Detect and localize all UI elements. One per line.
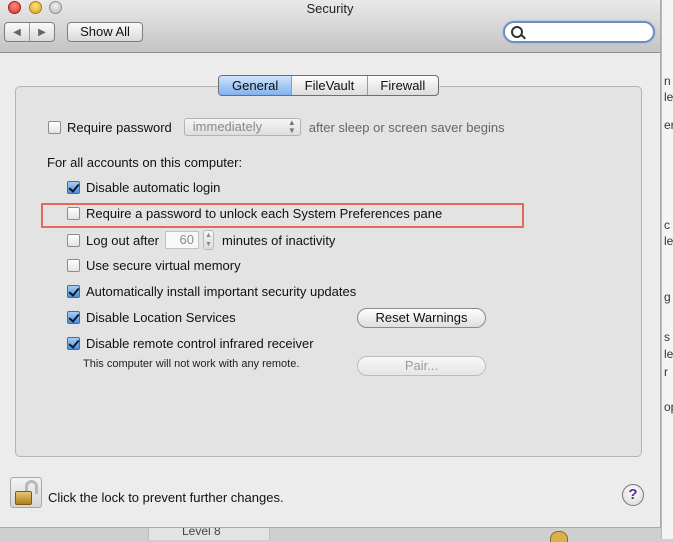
disable-location-services-row: Disable Location Services — [67, 310, 236, 325]
lock-button[interactable] — [10, 477, 42, 508]
log-out-after-suffix: minutes of inactivity — [222, 232, 336, 248]
disable-location-services-checkbox[interactable] — [67, 311, 80, 324]
lock-icon — [15, 491, 32, 505]
require-password-delay-value: immediately — [192, 119, 263, 134]
background-text-fragment: le — [664, 90, 673, 104]
background-text-fragment: g — [664, 290, 671, 304]
background-text-fragment: r — [664, 365, 668, 379]
auto-install-updates-row: Automatically install important security… — [67, 284, 356, 299]
window-title: Security — [306, 1, 354, 16]
disable-automatic-login-label: Disable automatic login — [86, 180, 221, 195]
disable-location-services-label: Disable Location Services — [86, 310, 236, 325]
secure-virtual-memory-label: Use secure virtual memory — [86, 258, 241, 273]
lock-instructions: Click the lock to prevent further change… — [48, 490, 284, 505]
pair-button[interactable]: Pair... — [357, 356, 486, 376]
log-out-after-row: Log out after 60 ▲ ▼ minutes of inactivit… — [67, 230, 335, 250]
disable-remote-infrared-label: Disable remote control infrared receiver — [86, 336, 314, 351]
back-arrow-icon[interactable]: ◀ — [5, 23, 29, 41]
help-button[interactable]: ? — [622, 484, 644, 506]
search-icon — [511, 26, 523, 38]
background-text-fragment: n — [664, 74, 671, 88]
remote-note: This computer will not work with any rem… — [83, 358, 300, 370]
preference-tabs: General FileVault Firewall — [218, 75, 439, 96]
all-accounts-heading: For all accounts on this computer: — [47, 155, 243, 170]
forward-arrow-icon[interactable]: ▶ — [29, 23, 54, 41]
disable-remote-infrared-checkbox[interactable] — [67, 337, 80, 350]
background-text-fragment: le — [664, 347, 673, 361]
disable-automatic-login-checkbox[interactable] — [67, 181, 80, 194]
log-out-minutes-stepper[interactable]: ▲ ▼ — [203, 230, 214, 250]
secure-virtual-memory-checkbox[interactable] — [67, 259, 80, 272]
toolbar: Security ◀ ▶ Show All — [0, 0, 660, 53]
background-app-icon — [550, 531, 568, 542]
search-field[interactable] — [503, 21, 655, 43]
require-password-row: Require password immediately ▲ ▼ after sl… — [48, 118, 505, 136]
background-text-fragment: le — [664, 234, 673, 248]
tab-filevault[interactable]: FileVault — [291, 76, 366, 95]
require-password-checkbox[interactable] — [48, 120, 61, 134]
log-out-after-checkbox[interactable] — [67, 233, 80, 247]
log-out-after-label: Log out after — [86, 232, 159, 248]
search-input[interactable] — [527, 24, 651, 42]
highlight-box — [41, 203, 524, 228]
tab-general[interactable]: General — [219, 76, 292, 95]
security-preferences-window: Security ◀ ▶ Show All General FileVault … — [0, 0, 661, 528]
background-text-fragment: c — [664, 218, 670, 232]
background-text-fragment: er — [664, 118, 673, 132]
show-all-button[interactable]: Show All — [67, 22, 143, 42]
log-out-minutes-field[interactable]: 60 — [165, 231, 199, 249]
require-password-delay-popup[interactable]: immediately ▲ ▼ — [183, 118, 301, 136]
secure-virtual-memory-row: Use secure virtual memory — [67, 258, 241, 273]
reset-warnings-button[interactable]: Reset Warnings — [357, 308, 486, 328]
navigation-segmented-control: ◀ ▶ — [4, 22, 55, 42]
background-text-fragment: ор — [664, 400, 673, 414]
disable-automatic-login-row: Disable automatic login — [67, 180, 220, 195]
tab-firewall[interactable]: Firewall — [366, 76, 438, 95]
auto-install-updates-checkbox[interactable] — [67, 285, 80, 298]
disable-remote-infrared-row: Disable remote control infrared receiver — [67, 336, 314, 351]
require-password-label: Require password — [67, 119, 172, 135]
popup-arrows-icon: ▲ ▼ — [287, 118, 296, 135]
background-text-fragment: s — [664, 330, 670, 344]
auto-install-updates-label: Automatically install important security… — [86, 284, 357, 299]
require-password-suffix: after sleep or screen saver begins — [308, 119, 505, 135]
